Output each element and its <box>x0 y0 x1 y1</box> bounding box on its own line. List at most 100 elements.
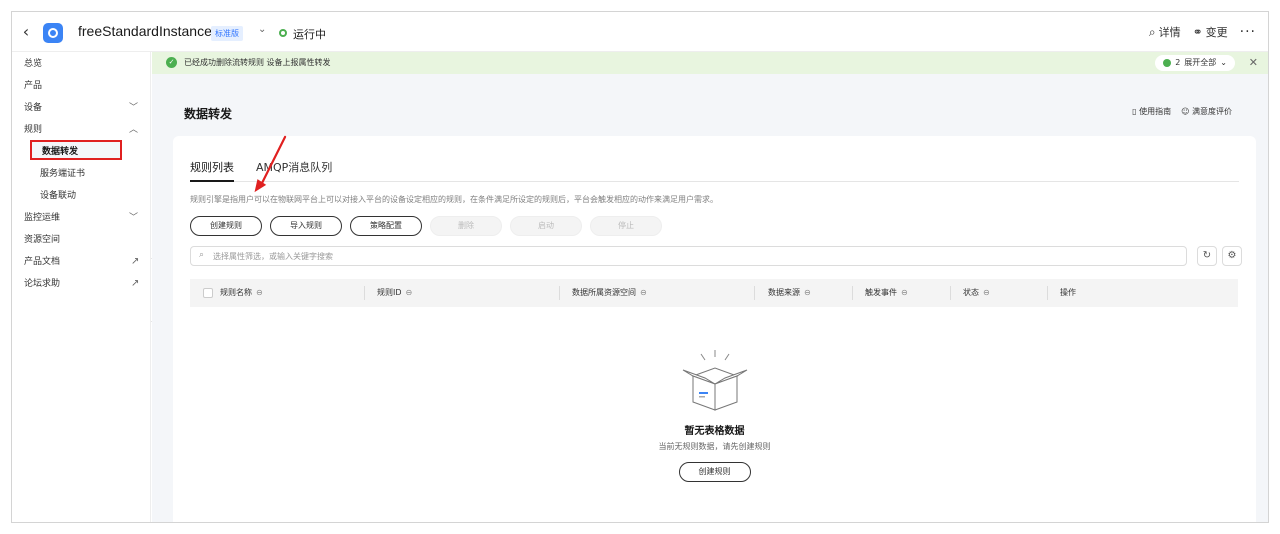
close-icon[interactable]: ✕ <box>1249 56 1258 69</box>
table-header: 规则名称 ⊖ 规则ID ⊖ 数据所属资源空间 ⊖ 数据来源 ⊖ 触发事件 ⊖ 状态 ⊖ 操作 <box>190 279 1238 307</box>
sidebar-item-monitoring[interactable]: 监控运维 <box>24 208 60 228</box>
details-button[interactable]: ⌕ 详情 <box>1149 24 1181 40</box>
sidebar-item-rules[interactable]: 规则 <box>24 120 42 140</box>
annotation-arrow-icon <box>254 135 287 193</box>
notice-expand-button[interactable]: 2 展开全部 ⌄ <box>1155 55 1235 71</box>
empty-state: 暂无表格数据 当前无规则数据，请先创建规则 创建规则 <box>173 346 1256 482</box>
details-label: 详情 <box>1158 26 1181 39</box>
column-label: 规则ID <box>377 288 402 297</box>
sidebar-item-docs[interactable]: 产品文档 <box>24 252 60 272</box>
column-label: 规则名称 <box>220 288 252 297</box>
column-header: 操作 <box>1060 279 1076 307</box>
import-rule-button[interactable]: 导入规则 <box>270 216 342 236</box>
success-notice: ✓ 已经成功删除流转规则 设备上报属性转发 2 展开全部 ⌄ ✕ <box>152 52 1268 74</box>
notice-message: 已经成功删除流转规则 设备上报属性转发 <box>184 58 331 67</box>
start-button[interactable]: 启动 <box>510 216 582 236</box>
more-icon[interactable]: ··· <box>1240 24 1256 40</box>
chevron-down-icon[interactable]: ﹀ <box>129 208 138 228</box>
top-actions: ⌕ 详情 ⚭ 变更 ··· <box>1149 24 1256 40</box>
create-rule-button[interactable]: 创建规则 <box>678 462 751 482</box>
toolbar: 创建规则 导入规则 策略配置 删除 启动 停止 <box>190 216 662 236</box>
main-content: ✓ 已经成功删除流转规则 设备上报属性转发 2 展开全部 ⌄ ✕ 数据转发 ▯ … <box>152 52 1268 522</box>
search-icon: ⌕ <box>199 250 205 260</box>
notice-expand-label: 展开全部 <box>1184 58 1217 67</box>
check-circle-icon: ✓ <box>166 57 177 68</box>
page-title: 数据转发 <box>184 107 233 121</box>
sidebar-item-products[interactable]: 产品 <box>24 76 42 96</box>
column-header[interactable]: 规则名称 ⊖ <box>220 279 263 307</box>
smile-icon: ☺ <box>1181 107 1192 116</box>
search-input[interactable] <box>213 249 1173 263</box>
column-label: 数据来源 <box>768 288 800 297</box>
sidebar: 总览 产品 设备 ﹀ 规则 ︿ 数据转发 服务端证书 设备联动 监控运维 ﹀ 资… <box>12 52 151 522</box>
notice-count: 2 <box>1175 58 1181 67</box>
rating-link[interactable]: ☺ 满意度评价 <box>1181 106 1232 117</box>
share-icon: ⚭ <box>1192 25 1203 39</box>
change-label: 变更 <box>1205 26 1228 39</box>
empty-title: 暂无表格数据 <box>684 426 745 437</box>
chevron-down-icon[interactable]: ⌄ <box>258 24 266 35</box>
sidebar-item-server-cert[interactable]: 服务端证书 <box>40 164 85 184</box>
sidebar-item-devices[interactable]: 设备 <box>24 98 42 118</box>
external-link-icon: ↗ <box>131 278 140 289</box>
guide-label: 使用指南 <box>1139 107 1172 116</box>
empty-subtitle: 当前无规则数据，请先创建规则 <box>658 442 771 451</box>
filter-icon: ⊖ <box>256 288 263 297</box>
filter-icon: ⊖ <box>983 288 990 297</box>
column-header[interactable]: 规则ID ⊖ <box>377 279 412 307</box>
column-divider <box>852 286 853 300</box>
stop-button[interactable]: 停止 <box>590 216 662 236</box>
column-header[interactable]: 触发事件 ⊖ <box>865 279 908 307</box>
policy-config-button[interactable]: 策略配置 <box>350 216 422 236</box>
column-header[interactable]: 状态 ⊖ <box>963 279 990 307</box>
external-link-icon: ↗ <box>131 256 140 267</box>
back-icon[interactable]: ‹ <box>18 23 34 41</box>
chevron-down-icon: ⌄ <box>1220 58 1227 67</box>
rating-label: 满意度评价 <box>1192 107 1232 116</box>
gear-icon: ⚙ <box>1227 250 1237 261</box>
column-label: 数据所属资源空间 <box>572 288 636 297</box>
column-label: 触发事件 <box>865 288 897 297</box>
check-circle-icon <box>1163 59 1172 67</box>
change-button[interactable]: ⚭ 变更 <box>1193 24 1228 40</box>
delete-button[interactable]: 删除 <box>430 216 502 236</box>
search-box: ⌕ <box>190 246 1187 266</box>
column-label: 状态 <box>963 288 979 297</box>
column-header[interactable]: 数据所属资源空间 ⊖ <box>572 279 647 307</box>
column-label: 操作 <box>1060 288 1076 297</box>
column-divider <box>1047 286 1048 300</box>
search-doc-icon: ⌕ <box>1148 25 1156 39</box>
tab-bar: 规则列表 AMQP消息队列 <box>190 160 1239 182</box>
filter-icon: ⊖ <box>804 288 811 297</box>
app-window: ‹ freeStandardInstance 标准版 ⌄ 运行中 ⌕ 详情 ⚭ 变更… <box>11 11 1269 523</box>
filter-icon: ⊖ <box>640 288 647 297</box>
column-divider <box>950 286 951 300</box>
top-bar: ‹ freeStandardInstance 标准版 ⌄ 运行中 ⌕ 详情 ⚭ 变更… <box>12 12 1268 52</box>
column-divider <box>559 286 560 300</box>
column-header[interactable]: 数据来源 ⊖ <box>768 279 811 307</box>
sidebar-item-resource-space[interactable]: 资源空间 <box>24 230 60 250</box>
create-rule-button[interactable]: 创建规则 <box>190 216 262 236</box>
guide-link[interactable]: ▯ 使用指南 <box>1132 106 1171 117</box>
rules-card: 规则列表 AMQP消息队列 规则引擎是指用户可以在物联网平台上可以对接入平台的设… <box>173 136 1256 522</box>
chevron-down-icon[interactable]: ﹀ <box>129 98 138 118</box>
page-links: ▯ 使用指南 ☺ 满意度评价 <box>1132 106 1232 117</box>
instance-name: freeStandardInstance <box>78 23 212 39</box>
filter-icon: ⊖ <box>405 288 413 297</box>
status-running-icon <box>279 29 287 37</box>
select-all-checkbox[interactable] <box>203 288 213 298</box>
edition-badge: 标准版 <box>211 26 243 41</box>
refresh-button[interactable]: ↻ <box>1197 246 1217 266</box>
empty-box-icon <box>675 346 755 416</box>
instance-logo-icon <box>43 23 63 43</box>
filter-icon: ⊖ <box>901 288 908 297</box>
settings-button[interactable]: ⚙ <box>1222 246 1242 266</box>
instance-status: 运行中 <box>293 28 326 41</box>
sidebar-item-data-forwarding[interactable]: 数据转发 <box>30 140 122 160</box>
refresh-icon: ↻ <box>1202 250 1212 261</box>
chevron-up-icon[interactable]: ︿ <box>129 120 138 140</box>
sidebar-item-forum[interactable]: 论坛求助 <box>24 274 60 294</box>
sidebar-item-device-linkage[interactable]: 设备联动 <box>40 186 76 206</box>
tab-rule-list[interactable]: 规则列表 <box>190 160 234 182</box>
sidebar-item-overview[interactable]: 总览 <box>24 54 42 74</box>
